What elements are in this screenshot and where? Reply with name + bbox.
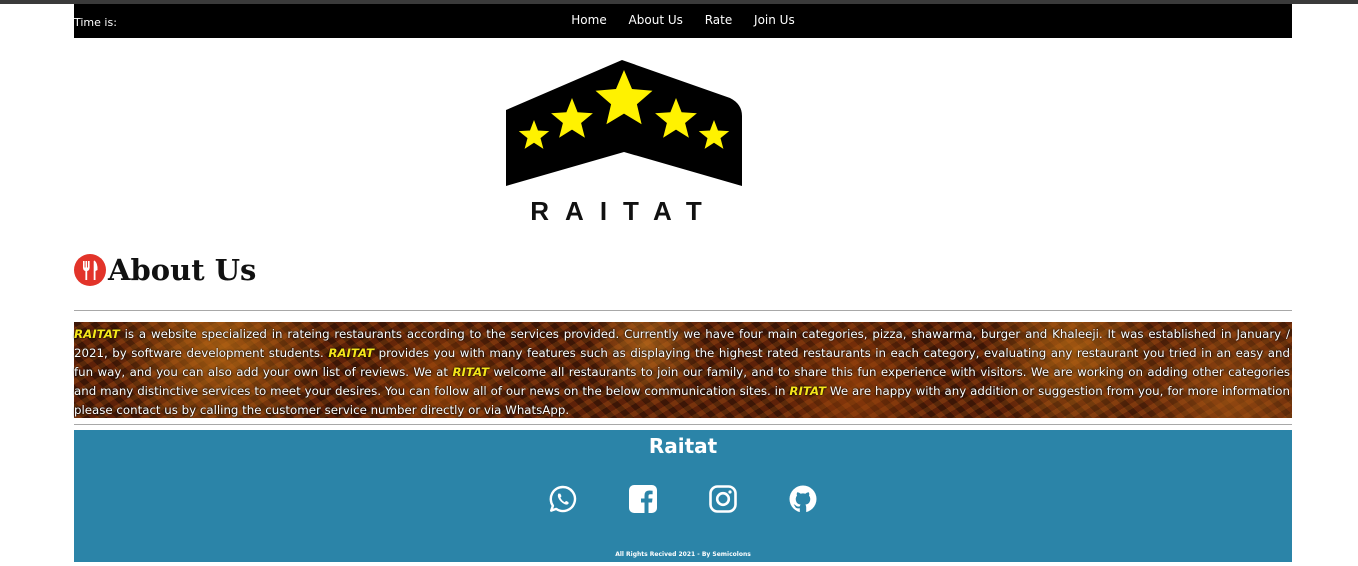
divider-bottom — [74, 424, 1292, 425]
nav-link-about-us[interactable]: About Us — [629, 13, 683, 27]
copyright-text: All Rights Recived 2021 - By Semicolons — [615, 551, 751, 558]
nav-link-home[interactable]: Home — [571, 13, 606, 27]
footer: Raitat All Rights Recived 2021 - By Semi… — [74, 430, 1292, 562]
page-title: About Us — [108, 253, 257, 287]
github-icon[interactable] — [788, 484, 818, 514]
fork-knife-icon — [74, 254, 106, 286]
brand-name-raitat: RAITAT — [74, 327, 120, 341]
page-container: Time is: Home About Us Rate Join Us RAIT… — [74, 4, 1292, 562]
footer-title: Raitat — [648, 434, 718, 458]
divider-top — [74, 310, 1292, 311]
logo-text: RAITAT — [530, 196, 717, 224]
about-text-panel: RAITAT is a website specialized in ratei… — [74, 322, 1292, 418]
nav-link-join-us[interactable]: Join Us — [754, 13, 795, 27]
whatsapp-icon[interactable] — [548, 484, 578, 514]
raitat-logo: RAITAT — [504, 58, 744, 226]
facebook-icon[interactable] — [628, 484, 658, 514]
social-links — [74, 484, 1292, 514]
about-us-heading: About Us — [74, 250, 256, 290]
brand-name-raitat: RAITAT — [328, 346, 375, 360]
navbar: Time is: Home About Us Rate Join Us — [74, 4, 1292, 38]
brand-name-ritat: RITAT — [789, 384, 827, 398]
nav-links: Home About Us Rate Join Us — [74, 13, 1292, 27]
brand-name-ritat: RITAT — [452, 365, 490, 379]
instagram-icon[interactable] — [708, 484, 738, 514]
nav-link-rate[interactable]: Rate — [705, 13, 733, 27]
